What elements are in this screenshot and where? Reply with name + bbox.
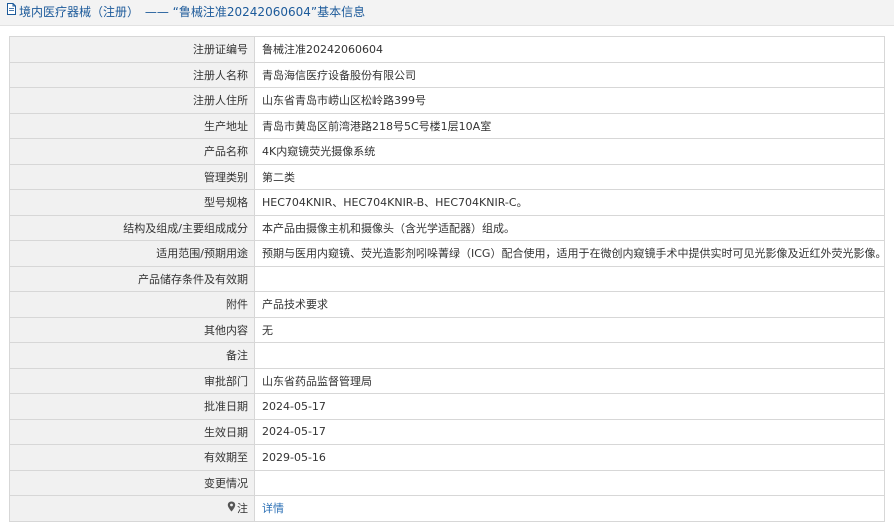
row-value: HEC704KNIR、HEC704KNIR-B、HEC704KNIR-C。 xyxy=(254,189,885,216)
table-row: 管理类别 第二类 xyxy=(9,163,885,190)
header-category: 境内医疗器械（注册） xyxy=(19,5,140,19)
row-value: 预期与医用内窥镜、荧光造影剂吲哚菁绿（ICG）配合使用，适用于在微创内窥镜手术中… xyxy=(254,240,885,267)
document-icon xyxy=(6,0,17,24)
row-label: 产品储存条件及有效期 xyxy=(9,265,255,292)
table-row: 生产地址 青岛市黄岛区前湾港路218号5C号楼1层10A室 xyxy=(9,112,885,139)
row-value xyxy=(254,469,885,496)
page-header: 境内医疗器械（注册） —— “鲁械注准20242060604”基本信息 xyxy=(0,0,894,26)
header-record-title: “鲁械注准20242060604”基本信息 xyxy=(172,5,366,19)
table-row: 批准日期 2024-05-17 xyxy=(9,393,885,420)
row-label: 产品名称 xyxy=(9,138,255,165)
table-row: 变更情况 xyxy=(9,469,885,496)
row-label: 生产地址 xyxy=(9,112,255,139)
row-value xyxy=(254,342,885,369)
row-value: 第二类 xyxy=(254,163,885,190)
details-link[interactable]: 详情 xyxy=(262,502,284,515)
row-value: 无 xyxy=(254,316,885,343)
row-value xyxy=(254,265,885,292)
row-label: 注册证编号 xyxy=(9,36,255,63)
row-label: 型号规格 xyxy=(9,189,255,216)
table-row: 产品名称 4K内窥镜荧光摄像系统 xyxy=(9,138,885,165)
row-value: 2024-05-17 xyxy=(254,393,885,420)
row-value: 产品技术要求 xyxy=(254,291,885,318)
table-row: 其他内容无 xyxy=(9,316,885,343)
note-value-cell: 详情 xyxy=(254,495,885,522)
table-row: 注册证编号 鲁械注准20242060604 xyxy=(9,36,885,63)
row-label: 适用范围/预期用途 xyxy=(9,240,255,267)
table-row: 适用范围/预期用途 预期与医用内窥镜、荧光造影剂吲哚菁绿（ICG）配合使用，适用于… xyxy=(9,240,885,267)
table-row: 注册人名称 青岛海信医疗设备股份有限公司 xyxy=(9,61,885,88)
row-value: 山东省药品监督管理局 xyxy=(254,367,885,394)
row-value: 2029-05-16 xyxy=(254,444,885,471)
detail-table: 注册证编号 鲁械注准20242060604 注册人名称 青岛海信医疗设备股份有限公司注… xyxy=(9,36,885,522)
row-value: 4K内窥镜荧光摄像系统 xyxy=(254,138,885,165)
row-label: 附件 xyxy=(9,291,255,318)
table-row: 生效日期 2024-05-17 xyxy=(9,418,885,445)
table-row: 有效期至 2029-05-16 xyxy=(9,444,885,471)
note-row: 注 详情 xyxy=(9,495,885,522)
row-value: 山东省青岛市崂山区松岭路399号 xyxy=(254,87,885,114)
table-row: 备注 xyxy=(9,342,885,369)
table-row: 审批部门 山东省药品监督管理局 xyxy=(9,367,885,394)
pin-icon xyxy=(227,501,236,515)
row-label: 变更情况 xyxy=(9,469,255,496)
table-row: 结构及组成/主要组成成分 本产品由摄像主机和摄像头（含光学适配器）组成。 xyxy=(9,214,885,241)
row-label: 其他内容 xyxy=(9,316,255,343)
header-separator: —— xyxy=(144,5,169,19)
row-label: 管理类别 xyxy=(9,163,255,190)
row-value: 青岛海信医疗设备股份有限公司 xyxy=(254,61,885,88)
table-row: 型号规格 HEC704KNIR、HEC704KNIR-B、HEC704KNIR-C… xyxy=(9,189,885,216)
table-row: 产品储存条件及有效期 xyxy=(9,265,885,292)
table-row: 附件 产品技术要求 xyxy=(9,291,885,318)
detail-table-body: 注册证编号 鲁械注准20242060604 注册人名称 青岛海信医疗设备股份有限公司注… xyxy=(9,36,885,522)
row-label: 生效日期 xyxy=(9,418,255,445)
row-label: 审批部门 xyxy=(9,367,255,394)
note-label: 注 xyxy=(237,502,248,516)
row-value: 鲁械注准20242060604 xyxy=(254,36,885,63)
row-label: 结构及组成/主要组成成分 xyxy=(9,214,255,241)
row-label: 有效期至 xyxy=(9,444,255,471)
row-value: 本产品由摄像主机和摄像头（含光学适配器）组成。 xyxy=(254,214,885,241)
note-label-cell: 注 xyxy=(9,495,255,522)
row-label: 备注 xyxy=(9,342,255,369)
table-row: 注册人住所 山东省青岛市崂山区松岭路399号 xyxy=(9,87,885,114)
row-value: 青岛市黄岛区前湾港路218号5C号楼1层10A室 xyxy=(254,112,885,139)
row-label: 批准日期 xyxy=(9,393,255,420)
row-label: 注册人住所 xyxy=(9,87,255,114)
row-value: 2024-05-17 xyxy=(254,418,885,445)
row-label: 注册人名称 xyxy=(9,61,255,88)
